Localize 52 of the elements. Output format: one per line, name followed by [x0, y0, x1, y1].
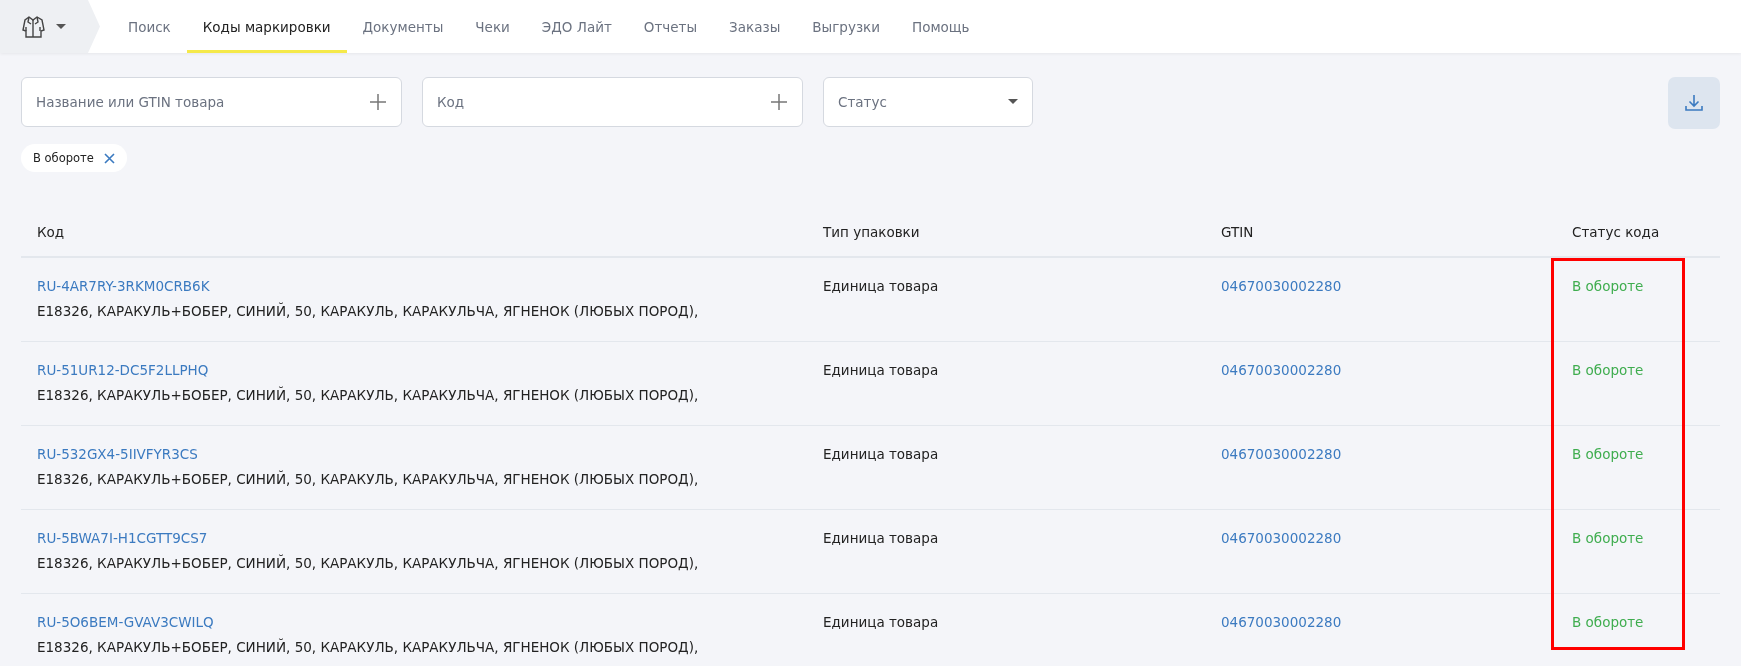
code-link[interactable]: RU-4AR7RY-3RKM0CRB6K [37, 278, 210, 294]
caret-icon [1008, 99, 1018, 105]
column-header: Статус кода [1571, 224, 1661, 240]
product-description: E18326, КАРАКУЛЬ+БОБЕР, СИНИЙ, 50, КАРАКУЛЬ, КАРАКУЛЬЧА, ЯГНЕНОК (ЛЮБЫХ ПОРОД), [37, 471, 699, 487]
status-text: В обороте [1571, 278, 1645, 296]
code-link[interactable]: RU-532GX4-5IIVFYR3CS [37, 446, 198, 462]
plus-icon[interactable] [369, 93, 387, 111]
status-text: В обороте [1571, 446, 1645, 464]
caret-icon [56, 23, 66, 30]
nav-tab[interactable]: Коды маркировки [186, 0, 347, 53]
nav-tab[interactable]: ЭДО Лайт [525, 0, 628, 53]
product-description: E18326, КАРАКУЛЬ+БОБЕР, СИНИЙ, 50, КАРАКУЛЬ, КАРАКУЛЬЧА, ЯГНЕНОК (ЛЮБЫХ ПОРОД), [37, 639, 699, 655]
status-text: В обороте [1571, 530, 1645, 548]
gtin-link[interactable]: 04670030002280 [1221, 278, 1342, 294]
nav-tab[interactable]: Чеки [459, 0, 526, 53]
code-link[interactable]: RU-5BWA7I-H1CGTT9CS7 [37, 530, 208, 546]
gtin-link[interactable]: 04670030002280 [1221, 362, 1342, 378]
product-description: E18326, КАРАКУЛЬ+БОБЕР, СИНИЙ, 50, КАРАКУЛЬ, КАРАКУЛЬЧА, ЯГНЕНОК (ЛЮБЫХ ПОРОД), [37, 303, 699, 319]
nav-tab[interactable]: Выгрузки [796, 0, 896, 53]
search-field[interactable]: Название или GTIN товара [21, 77, 402, 127]
product-description: E18326, КАРАКУЛЬ+БОБЕР, СИНИЙ, 50, КАРАКУЛЬ, КАРАКУЛЬЧА, ЯГНЕНОК (ЛЮБЫХ ПОРОД), [37, 555, 699, 571]
package-type: Единица товара [822, 614, 940, 632]
fur-coat-icon [20, 13, 46, 40]
gtin-link[interactable]: 04670030002280 [1221, 530, 1342, 546]
search-field[interactable]: Код [422, 77, 803, 127]
download-button[interactable] [1668, 77, 1720, 129]
filter-chip[interactable]: В обороте [21, 144, 127, 172]
status-text: В обороте [1571, 614, 1645, 632]
gtin-link[interactable]: 04670030002280 [1221, 446, 1342, 462]
status-text: В обороте [1571, 362, 1645, 380]
product-description: E18326, КАРАКУЛЬ+БОБЕР, СИНИЙ, 50, КАРАКУЛЬ, КАРАКУЛЬЧА, ЯГНЕНОК (ЛЮБЫХ ПОРОД), [37, 387, 699, 403]
column-header: Тип упаковки [822, 224, 921, 240]
plus-icon[interactable] [770, 93, 788, 111]
nav-tab[interactable]: Отчеты [627, 0, 714, 53]
gtin-link[interactable]: 04670030002280 [1221, 614, 1342, 630]
package-type: Единица товара [822, 530, 940, 548]
nav-tab[interactable]: Поиск [112, 0, 187, 53]
package-type: Единица товара [822, 446, 940, 464]
close-icon[interactable] [103, 152, 115, 164]
logo-menu-button[interactable] [0, 0, 100, 53]
package-type: Единица товара [822, 278, 940, 296]
chip-label: В обороте [33, 151, 94, 165]
nav-tab[interactable]: Помощь [896, 0, 986, 53]
column-header: Код [36, 224, 66, 240]
download-icon [1684, 93, 1704, 113]
status-dropdown[interactable]: Статус [823, 77, 1033, 127]
nav-tab[interactable]: Документы [346, 0, 460, 53]
nav-tab[interactable]: Заказы [713, 0, 797, 53]
package-type: Единица товара [822, 362, 940, 380]
column-header: GTIN [1220, 224, 1255, 240]
code-link[interactable]: RU-5O6BEM-GVAV3CWILQ [37, 614, 214, 630]
code-link[interactable]: RU-51UR12-DC5F2LLPHQ [37, 362, 209, 378]
